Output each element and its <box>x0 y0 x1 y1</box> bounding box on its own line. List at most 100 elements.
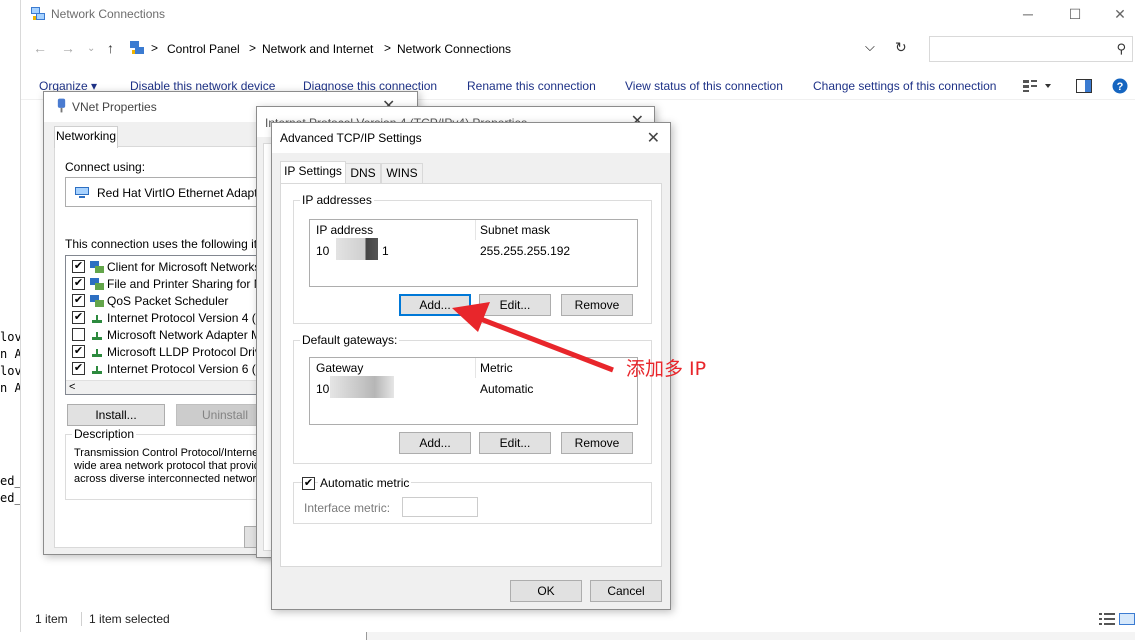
rename-button[interactable]: Rename this connection <box>467 79 596 93</box>
minimize-button[interactable]: ─ <box>1017 4 1039 24</box>
console-line: lov <box>0 330 20 344</box>
metric-column-header[interactable]: Metric <box>476 358 513 378</box>
table-row[interactable]: 10 Automatic <box>310 376 637 398</box>
tab-ip-settings[interactable]: IP Settings <box>280 161 346 183</box>
component-checkbox[interactable]: ✔ <box>72 345 85 358</box>
automatic-metric-checkbox[interactable]: ✔ <box>302 477 315 490</box>
ip-addresses-label: IP addresses <box>300 193 374 207</box>
status-bar: 1 item 1 item selected <box>21 608 1135 630</box>
breadcrumb-control-panel[interactable]: Control Panel <box>167 42 240 56</box>
edit-ip-button[interactable]: Edit... <box>479 294 551 316</box>
forward-arrow-icon[interactable]: → <box>61 40 75 56</box>
change-settings-button[interactable]: Change settings of this connection <box>813 79 996 93</box>
redacted-gateway <box>330 376 394 398</box>
help-icon[interactable]: ? <box>1112 78 1128 94</box>
file-sharing-icon <box>90 278 104 290</box>
large-icons-view-icon[interactable] <box>1119 613 1135 625</box>
annotation-label: 添加多 IP <box>626 358 707 380</box>
taskbar-edge <box>366 632 1135 640</box>
console-line: n A <box>0 347 20 361</box>
address-row: ← → ⌄ ↑ > Control Panel > Network and In… <box>21 36 1135 62</box>
breadcrumb-network-connections[interactable]: Network Connections <box>397 42 511 56</box>
console-line: lov <box>0 364 20 378</box>
gateway-column-header[interactable]: Gateway <box>312 358 363 378</box>
advanced-title-bar: Advanced TCP/IP Settings ✕ <box>272 123 670 153</box>
view-options-icon[interactable] <box>1021 79 1055 93</box>
network-adapter-icon <box>75 187 89 198</box>
ip-address-list[interactable]: IP address Subnet mask 10 1 255.255.255.… <box>309 219 638 287</box>
console-line: ed_ <box>0 474 20 488</box>
close-button[interactable]: ✕ <box>1109 4 1131 24</box>
remove-ip-button[interactable]: Remove <box>561 294 633 316</box>
component-checkbox[interactable]: ✔ <box>72 311 85 324</box>
advanced-dialog-title: Advanced TCP/IP Settings <box>280 131 422 145</box>
breadcrumb-separator: > <box>151 41 159 55</box>
view-status-button[interactable]: View status of this connection <box>625 79 783 93</box>
ip-address-suffix: 1 <box>382 244 389 258</box>
protocol-icon <box>92 366 102 374</box>
tab-networking[interactable]: Networking <box>54 126 118 148</box>
address-bar[interactable]: > Control Panel > Network and Internet >… <box>125 36 895 62</box>
network-connections-icon <box>31 7 45 20</box>
vnet-dialog-title: VNet Properties <box>72 100 157 114</box>
gateway-list[interactable]: Gateway Metric 10 Automatic <box>309 357 638 425</box>
table-row[interactable]: 10 1 255.255.255.192 <box>310 238 637 260</box>
subnet-mask-value: 255.255.255.192 <box>480 244 571 258</box>
subnet-mask-column-header[interactable]: Subnet mask <box>476 220 550 240</box>
up-arrow-icon[interactable]: ↑ <box>107 40 114 56</box>
status-divider <box>81 612 82 626</box>
uses-items-label: This connection uses the following items <box>65 237 280 251</box>
tab-dns[interactable]: DNS <box>345 163 381 183</box>
scroll-left-icon[interactable]: < <box>69 381 75 393</box>
metric-value: Automatic <box>480 382 534 396</box>
default-gateways-label: Default gateways: <box>300 333 400 347</box>
breadcrumb-separator: > <box>384 41 392 55</box>
remove-gateway-button[interactable]: Remove <box>561 432 633 454</box>
protocol-icon <box>92 315 102 323</box>
ip-address-prefix: 10 <box>316 244 330 258</box>
connect-using-label: Connect using: <box>65 160 146 174</box>
recent-chevron-icon[interactable]: ⌄ <box>87 43 95 54</box>
advanced-close-icon[interactable]: ✕ <box>647 128 660 148</box>
component-checkbox[interactable]: ✔ <box>72 294 85 307</box>
preview-pane-icon[interactable] <box>1076 79 1092 93</box>
adapter-properties-icon <box>57 98 66 113</box>
component-checkbox[interactable] <box>72 328 85 341</box>
window-title: Network Connections <box>51 7 166 21</box>
refresh-icon[interactable]: ↻ <box>895 39 907 56</box>
details-view-icon[interactable] <box>1099 613 1115 625</box>
gateway-prefix: 10 <box>316 382 330 396</box>
component-checkbox[interactable]: ✔ <box>72 277 85 290</box>
ip-address-column-header[interactable]: IP address <box>312 220 373 240</box>
protocol-icon <box>92 349 102 357</box>
breadcrumb-network-and-internet[interactable]: Network and Internet <box>262 42 373 56</box>
search-icon: ⚲ <box>1116 41 1126 56</box>
default-gateways-group: Default gateways: Gateway Metric 10 Auto… <box>293 333 652 464</box>
cancel-button[interactable]: Cancel <box>590 580 662 602</box>
redacted-ip <box>336 238 378 260</box>
add-gateway-button[interactable]: Add... <box>399 432 471 454</box>
component-checkbox[interactable]: ✔ <box>72 362 85 375</box>
back-arrow-icon[interactable]: ← <box>33 40 47 56</box>
add-ip-button[interactable]: Add... <box>399 294 471 316</box>
status-selected-count: 1 item selected <box>89 612 170 626</box>
component-checkbox[interactable]: ✔ <box>72 260 85 273</box>
console-line: ed_ <box>0 491 20 505</box>
interface-metric-input <box>402 497 478 517</box>
advanced-tcpip-dialog: Advanced TCP/IP Settings ✕ IP Settings D… <box>271 122 671 610</box>
tab-wins[interactable]: WINS <box>381 163 423 183</box>
qos-scheduler-icon <box>90 295 104 307</box>
automatic-metric-group: ✔ Automatic metric Interface metric: <box>293 476 652 524</box>
maximize-button[interactable]: ☐ <box>1064 4 1086 24</box>
search-input[interactable]: ⚲ <box>929 36 1133 62</box>
ip-addresses-group: IP addresses IP address Subnet mask 10 1… <box>293 193 652 324</box>
svg-text:?: ? <box>1117 81 1124 93</box>
edit-gateway-button[interactable]: Edit... <box>479 432 551 454</box>
protocol-icon <box>92 332 102 340</box>
ip-settings-panel: IP addresses IP address Subnet mask 10 1… <box>280 183 662 567</box>
address-dropdown-icon[interactable]: ⌵ <box>865 39 875 55</box>
ok-button[interactable]: OK <box>510 580 582 602</box>
breadcrumb-separator: > <box>249 41 257 55</box>
interface-metric-label: Interface metric: <box>304 501 391 515</box>
install-button[interactable]: Install... <box>67 404 165 426</box>
